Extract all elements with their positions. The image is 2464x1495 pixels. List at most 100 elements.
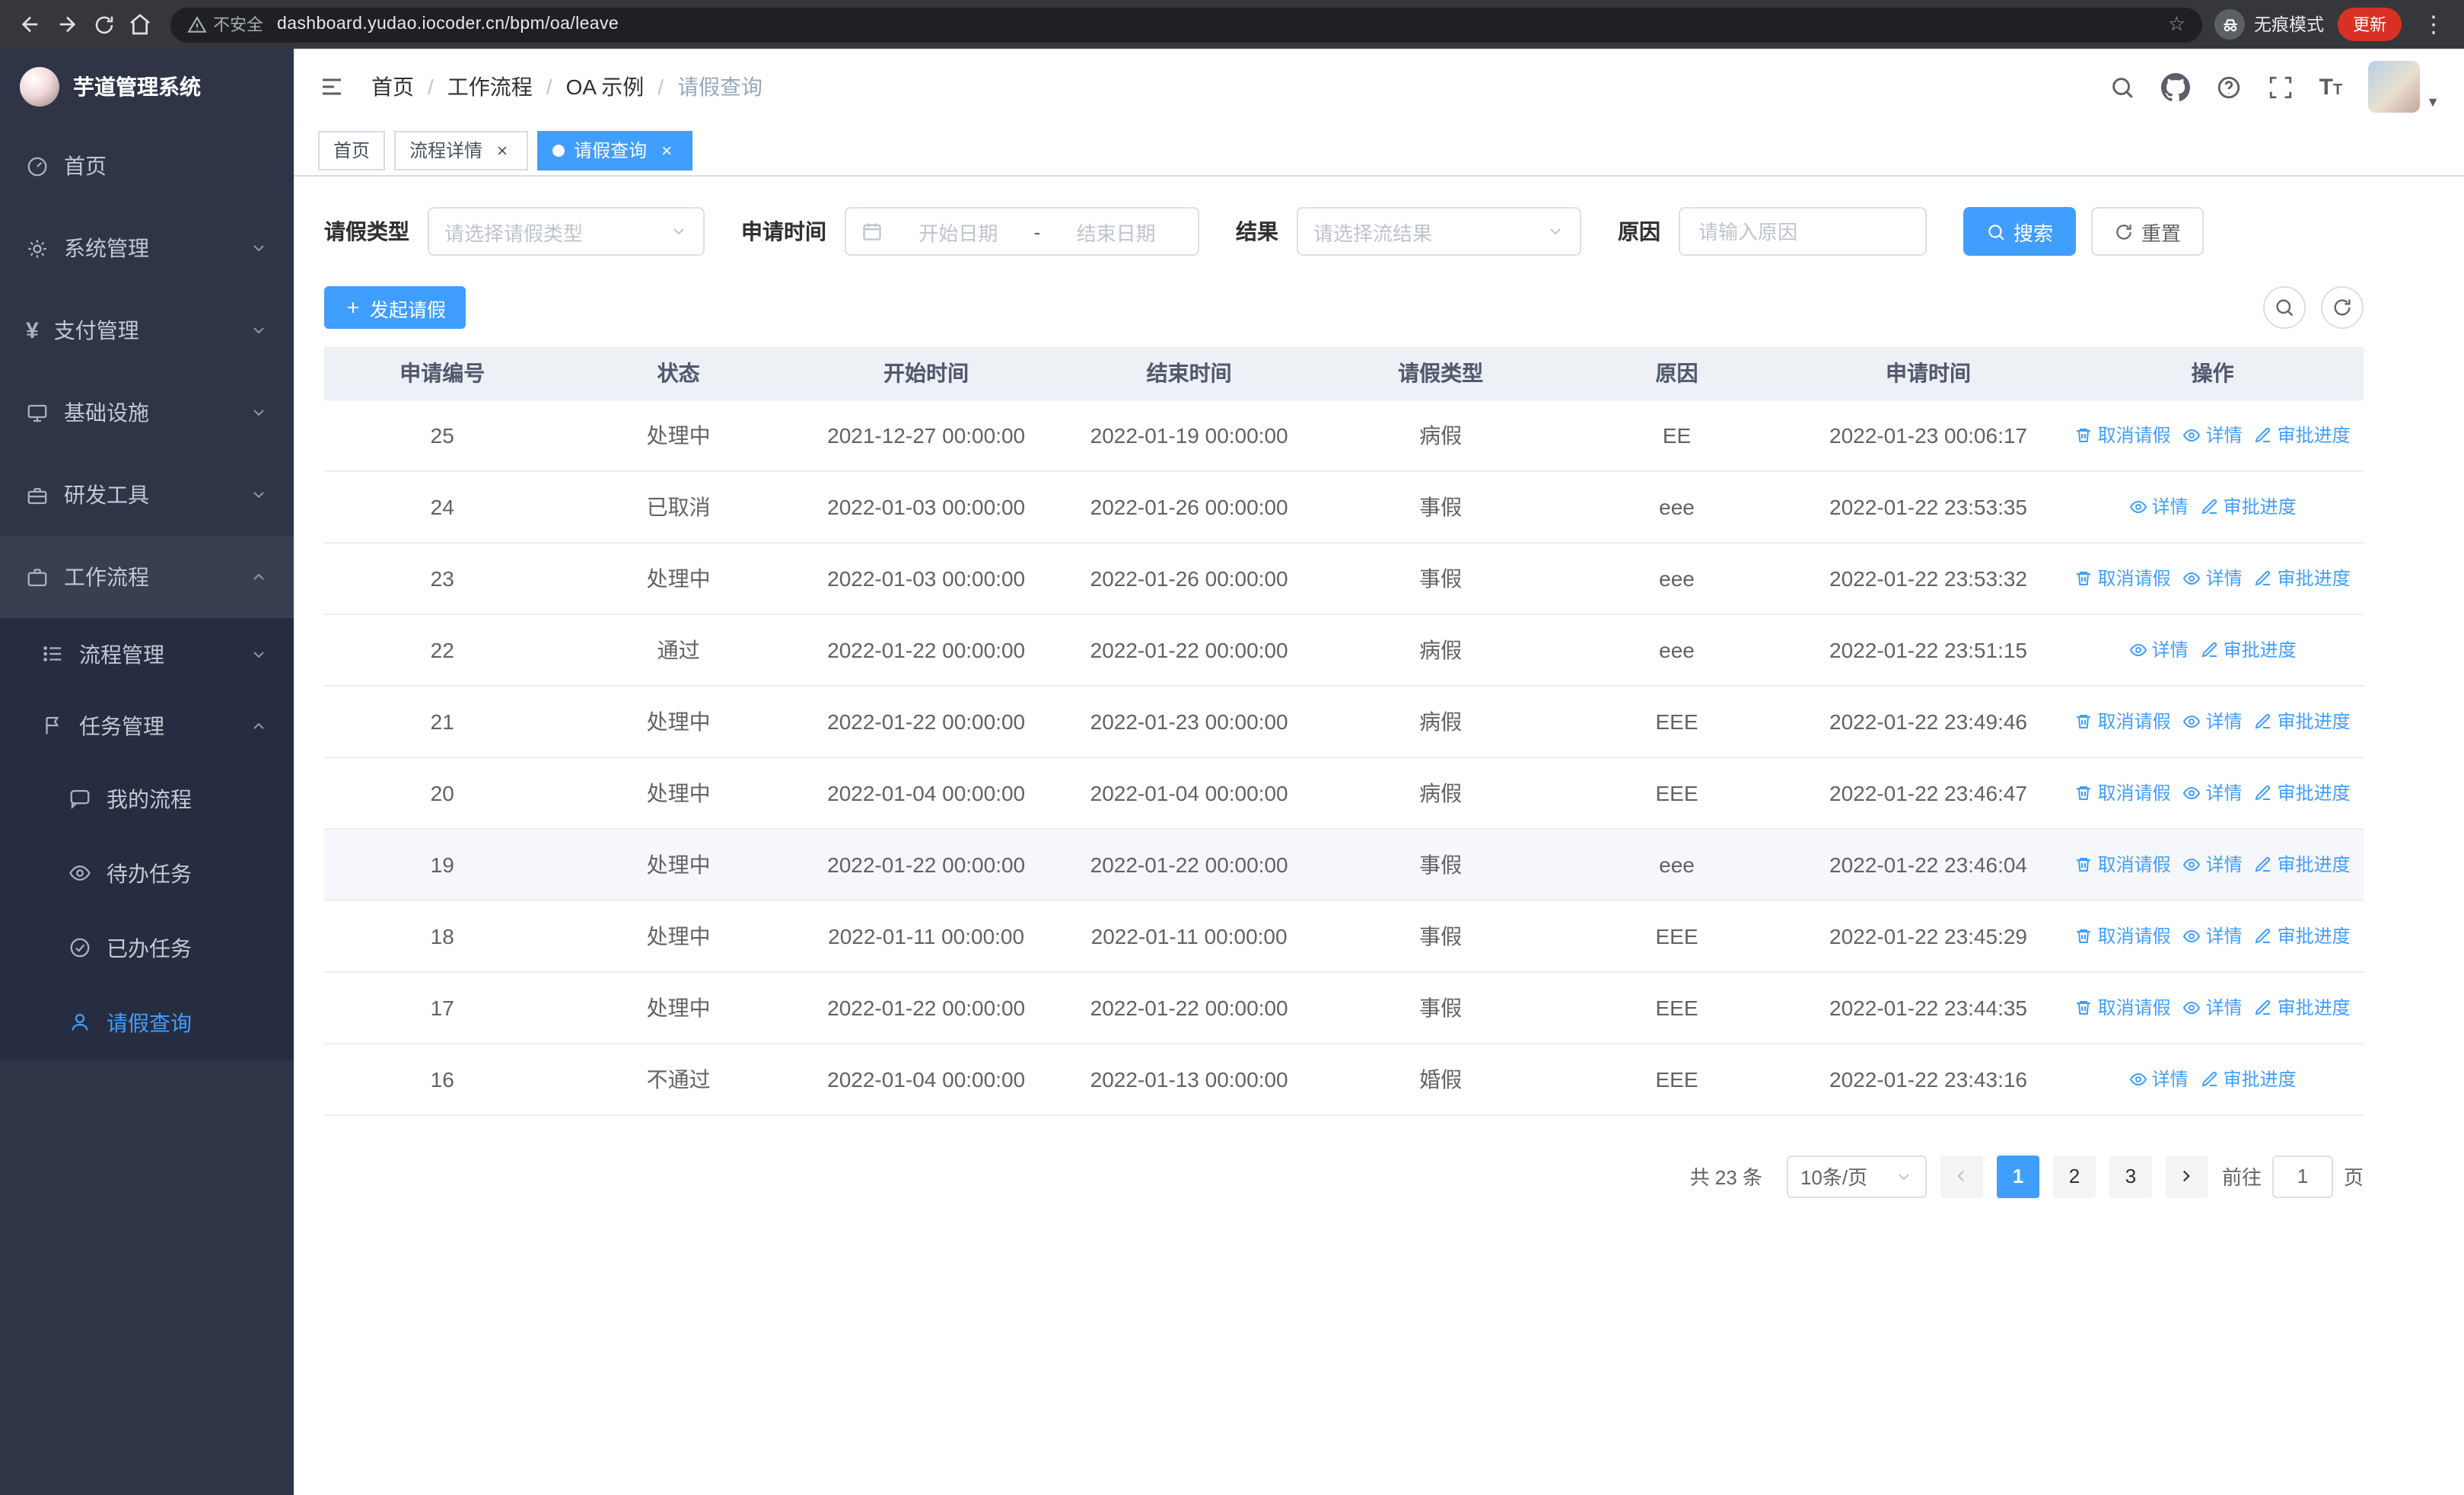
github-icon[interactable]: [2160, 72, 2190, 101]
browser-reload-icon[interactable]: [85, 6, 122, 43]
progress-action-link[interactable]: 审批进度: [2201, 637, 2297, 663]
browser-home-icon[interactable]: [122, 6, 158, 43]
font-size-icon[interactable]: TT: [2319, 75, 2343, 98]
sidebar-item-todo-tasks[interactable]: 待办任务: [0, 836, 294, 910]
search-icon[interactable]: [2109, 74, 2135, 100]
progress-action-link[interactable]: 审批进度: [2255, 709, 2351, 735]
cancel-action-link[interactable]: 取消请假: [2075, 923, 2171, 949]
close-icon[interactable]: ×: [656, 139, 677, 161]
sidebar-item-infra[interactable]: 基础设施: [0, 371, 294, 454]
progress-action-link[interactable]: 审批进度: [2201, 1066, 2297, 1092]
sidebar-item-payment[interactable]: ¥ 支付管理: [0, 289, 294, 371]
progress-action-link[interactable]: 审批进度: [2201, 494, 2297, 520]
detail-action-link[interactable]: 详情: [2129, 1066, 2189, 1092]
sidebar-item-process-mgmt[interactable]: 流程管理: [0, 618, 294, 690]
help-icon[interactable]: [2216, 74, 2242, 100]
search-button[interactable]: 搜索: [1963, 207, 2077, 256]
reason-cell: EEE: [1558, 685, 1795, 757]
detail-action-link[interactable]: 详情: [2183, 995, 2243, 1021]
result-select[interactable]: 请选择流结果: [1297, 207, 1581, 256]
sidebar-item-done-tasks[interactable]: 已办任务: [0, 910, 294, 985]
trash-icon: [2077, 714, 2091, 728]
cancel-action-link[interactable]: 取消请假: [2075, 780, 2171, 806]
detail-action-link[interactable]: 详情: [2183, 566, 2243, 591]
browser-back-icon[interactable]: [12, 6, 49, 43]
toolbox-icon: [26, 483, 49, 506]
edit-icon: [2255, 785, 2271, 801]
table-toolbar: 发起请假: [324, 286, 2364, 329]
user-menu[interactable]: ▼: [2368, 61, 2440, 113]
fullscreen-icon[interactable]: [2268, 74, 2294, 100]
apply-time-cell: 2022-01-22 23:45:29: [1794, 900, 2062, 972]
page-button-1[interactable]: 1: [1996, 1155, 2039, 1197]
update-button[interactable]: 更新: [2338, 8, 2402, 41]
leave-type-cell: 事假: [1322, 828, 1559, 901]
detail-action-link[interactable]: 详情: [2183, 780, 2243, 806]
end-time-cell: 2022-01-23 00:00:00: [1055, 685, 1323, 757]
table-header-row: 申请编号 状态 开始时间 结束时间 请假类型 原因 申请时间 操作: [324, 347, 2364, 400]
page-unit-label: 页: [2343, 1166, 2364, 1189]
tag-process-detail[interactable]: 流程详情 ×: [394, 130, 529, 170]
sidebar-item-task-mgmt[interactable]: 任务管理: [0, 690, 294, 761]
detail-action-link[interactable]: 详情: [2129, 637, 2189, 663]
browser-forward-icon[interactable]: [49, 6, 85, 43]
breadcrumb-home[interactable]: 首页: [371, 72, 414, 102]
detail-action-link[interactable]: 详情: [2183, 422, 2243, 448]
browser-menu-icon[interactable]: ⋮: [2415, 6, 2452, 43]
progress-action-link[interactable]: 审批进度: [2255, 566, 2351, 591]
refresh-button[interactable]: [2321, 286, 2364, 329]
goto-page-input[interactable]: [2271, 1155, 2333, 1197]
sidebar-item-home[interactable]: 首页: [0, 125, 294, 207]
eye-icon: [2183, 572, 2201, 585]
sidebar-item-leave-query[interactable]: 请假查询: [0, 985, 294, 1060]
chat-bubble-icon: [68, 787, 91, 810]
detail-action-link[interactable]: 详情: [2183, 923, 2243, 949]
leave-type-select[interactable]: 请选择请假类型: [428, 207, 705, 256]
page-button-2[interactable]: 2: [2052, 1155, 2096, 1197]
progress-action-link[interactable]: 审批进度: [2255, 995, 2351, 1021]
start-time-cell: 2022-01-22 00:00:00: [796, 614, 1056, 686]
create-leave-button[interactable]: 发起请假: [324, 286, 466, 329]
chevron-right-icon: [2183, 1170, 2191, 1182]
reason-input[interactable]: [1698, 220, 1907, 243]
close-icon[interactable]: ×: [492, 139, 513, 161]
bookmark-star-icon[interactable]: ☆: [2168, 12, 2185, 37]
progress-action-link[interactable]: 审批进度: [2255, 422, 2351, 448]
tag-home[interactable]: 首页: [318, 130, 386, 170]
detail-action-link[interactable]: 详情: [2129, 494, 2189, 520]
pagination: 共 23 条 10条/页 1 2 3 前往 1 页: [324, 1155, 2364, 1197]
sidebar-item-my-process[interactable]: 我的流程: [0, 761, 294, 836]
breadcrumb-workflow[interactable]: 工作流程: [447, 72, 533, 102]
detail-action-link[interactable]: 详情: [2183, 852, 2243, 878]
progress-action-link[interactable]: 审批进度: [2255, 923, 2351, 949]
start-time-cell: 2022-01-03 00:00:00: [796, 542, 1056, 614]
eye-icon: [2183, 1001, 2201, 1014]
sidebar-item-workflow[interactable]: 工作流程: [0, 536, 294, 618]
search-toggle-button[interactable]: [2263, 286, 2306, 329]
page-size-select[interactable]: 10条/页: [1786, 1155, 1927, 1197]
progress-action-link[interactable]: 审批进度: [2255, 852, 2351, 878]
cancel-action-link[interactable]: 取消请假: [2075, 852, 2171, 878]
cancel-action-link[interactable]: 取消请假: [2075, 422, 2171, 448]
table-row: 25 处理中 2021-12-27 00:00:00 2022-01-19 00:00…: [324, 399, 2364, 471]
detail-action-link[interactable]: 详情: [2183, 709, 2243, 735]
end-date-placeholder: 结束日期: [1076, 222, 1156, 244]
cancel-action-link[interactable]: 取消请假: [2075, 566, 2171, 591]
caret-down-icon: ▼: [2426, 94, 2440, 110]
page-button-3[interactable]: 3: [2109, 1155, 2152, 1197]
sidebar-item-devtools[interactable]: 研发工具: [0, 454, 294, 536]
address-bar[interactable]: 不安全 dashboard.yudao.iocoder.cn/bpm/oa/le…: [170, 7, 2202, 42]
sidebar-collapse-icon[interactable]: [318, 73, 345, 100]
cancel-action-link[interactable]: 取消请假: [2075, 709, 2171, 735]
sidebar-item-system[interactable]: 系统管理: [0, 207, 294, 289]
progress-action-link[interactable]: 审批进度: [2255, 780, 2351, 806]
apply-time-range-picker[interactable]: 开始日期 - 结束日期: [845, 207, 1199, 256]
next-page-button[interactable]: [2165, 1155, 2208, 1197]
prev-page-button[interactable]: [1940, 1155, 1983, 1197]
reset-button[interactable]: 重置: [2091, 207, 2205, 256]
breadcrumb-oa-example[interactable]: OA 示例: [566, 72, 645, 102]
leave-type-cell: 事假: [1322, 542, 1559, 614]
cancel-action-link[interactable]: 取消请假: [2075, 995, 2171, 1021]
leave-type-cell: 病假: [1322, 614, 1559, 686]
tag-leave-query[interactable]: 请假查询 ×: [537, 130, 693, 170]
